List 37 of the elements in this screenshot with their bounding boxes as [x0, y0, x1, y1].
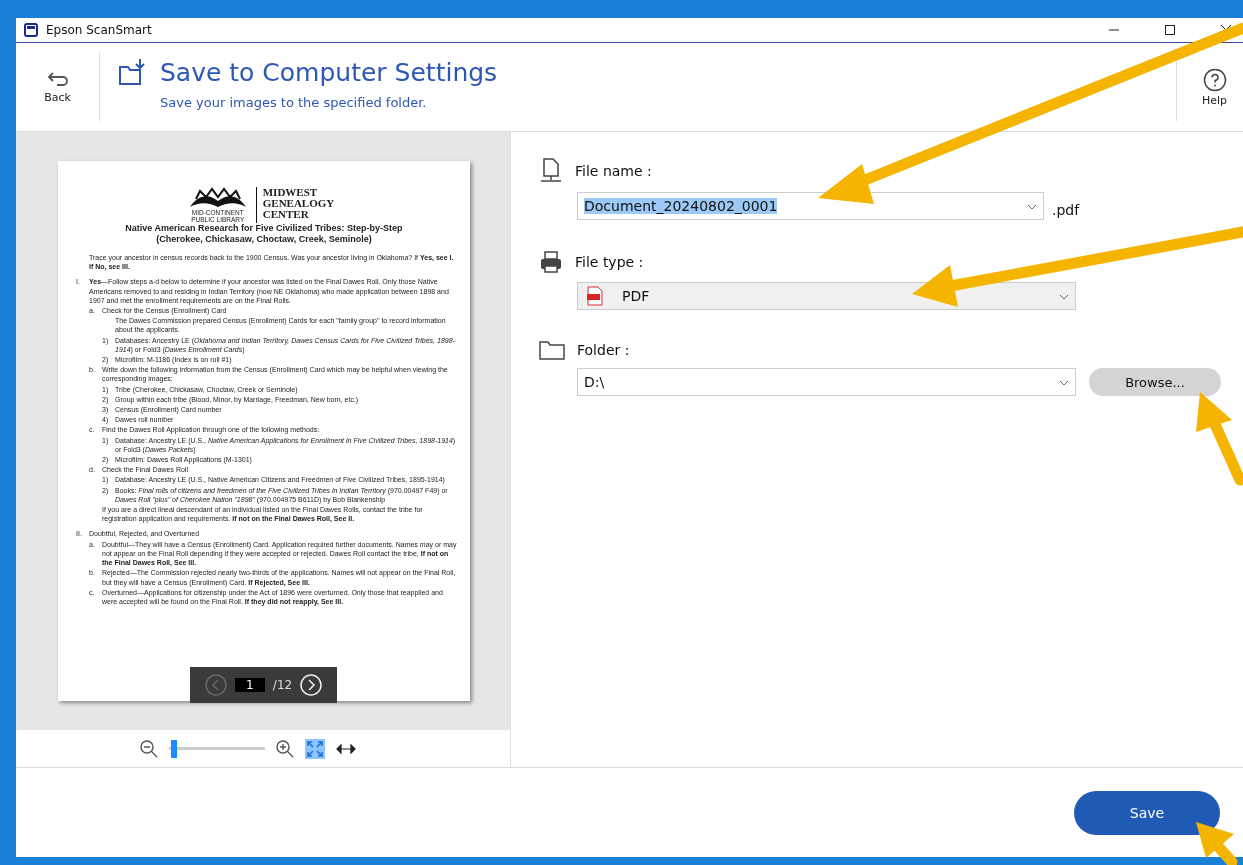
fit-page-button[interactable]	[305, 738, 325, 759]
fit-width-button[interactable]	[335, 741, 357, 756]
page-number-field[interactable]: 1	[234, 678, 265, 692]
logo-text: MIDWEST	[262, 187, 319, 198]
document-heading: Native American Research for Five Civilized Tribes: Step-by-Step	[124, 223, 404, 234]
logo-text: GENEALOGY	[262, 198, 335, 209]
folder-icon	[539, 340, 565, 360]
page-subtitle: Save your images to the specified folder.	[160, 95, 428, 110]
pdf-file-icon	[586, 286, 604, 306]
chevron-down-icon[interactable]	[1059, 380, 1069, 386]
file-name-label: File name :	[575, 163, 652, 179]
next-page-icon[interactable]	[300, 674, 323, 696]
document-heading: (Cherokee, Chickasaw, Choctaw, Creek, Seminole)	[155, 234, 373, 245]
maximize-icon[interactable]	[1164, 24, 1176, 36]
file-type-dropdown[interactable]: PDF	[577, 282, 1076, 310]
zoom-out-icon[interactable]	[139, 738, 159, 759]
chevron-down-icon[interactable]	[1059, 294, 1069, 300]
folder-download-icon	[118, 57, 148, 87]
page-count: /12	[272, 678, 293, 692]
chevron-down-icon[interactable]	[1027, 204, 1037, 210]
annotation-arrow	[1196, 822, 1238, 865]
folder-label: Folder :	[577, 342, 630, 358]
file-extension: .pdf	[1052, 202, 1080, 220]
help-icon	[1202, 67, 1227, 92]
printer-icon	[539, 250, 563, 274]
folder-dropdown[interactable]: D:\	[577, 368, 1076, 396]
app-icon	[24, 23, 38, 37]
browse-button[interactable]: Browse...	[1089, 368, 1221, 396]
save-button[interactable]: Save	[1074, 790, 1220, 835]
file-icon	[539, 158, 563, 184]
back-arrow-icon	[46, 70, 69, 87]
zoom-in-icon[interactable]	[275, 738, 295, 759]
file-type-label: File type :	[575, 254, 644, 270]
window-title: Epson ScanSmart	[46, 23, 152, 37]
file-name-field[interactable]: Document_20240802_0001	[577, 192, 1044, 220]
logo-text: CENTER	[262, 209, 310, 220]
page-title: Save to Computer Settings	[160, 57, 498, 87]
